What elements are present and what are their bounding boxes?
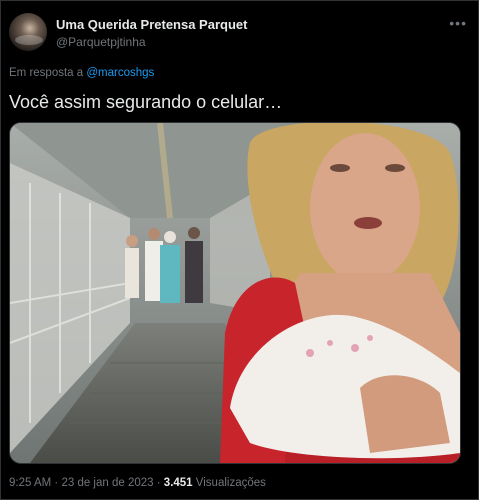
reply-context: Em resposta a @marcoshgs — [9, 67, 154, 79]
author-handle[interactable]: @Parquetpjtinha — [56, 35, 146, 49]
tweet-time[interactable]: 9:25 AM — [9, 477, 51, 489]
tweet-header: Uma Querida Pretensa Parquet @Parquetpjt… — [9, 13, 471, 55]
tweet-date[interactable]: 23 de jan de 2023 — [61, 477, 153, 489]
media-photo — [10, 123, 460, 463]
tweet-card: Uma Querida Pretensa Parquet @Parquetpjt… — [0, 0, 479, 500]
reply-mention-link[interactable]: @marcoshgs — [86, 67, 154, 79]
tweet-media[interactable] — [9, 122, 461, 464]
views-label[interactable]: Visualizações — [196, 477, 266, 489]
avatar[interactable] — [9, 13, 47, 51]
reply-prefix: Em resposta a — [9, 67, 84, 79]
meta-separator-2: · — [156, 477, 161, 489]
author-display-name[interactable]: Uma Querida Pretensa Parquet — [56, 17, 247, 32]
tweet-metadata: 9:25 AM · 23 de jan de 2023 · 3.451 Visu… — [9, 477, 266, 489]
more-icon[interactable]: ••• — [449, 15, 467, 31]
views-count[interactable]: 3.451 — [164, 477, 193, 489]
tweet-text: Você assim segurando o celular… — [9, 92, 283, 112]
meta-separator: · — [54, 477, 59, 489]
